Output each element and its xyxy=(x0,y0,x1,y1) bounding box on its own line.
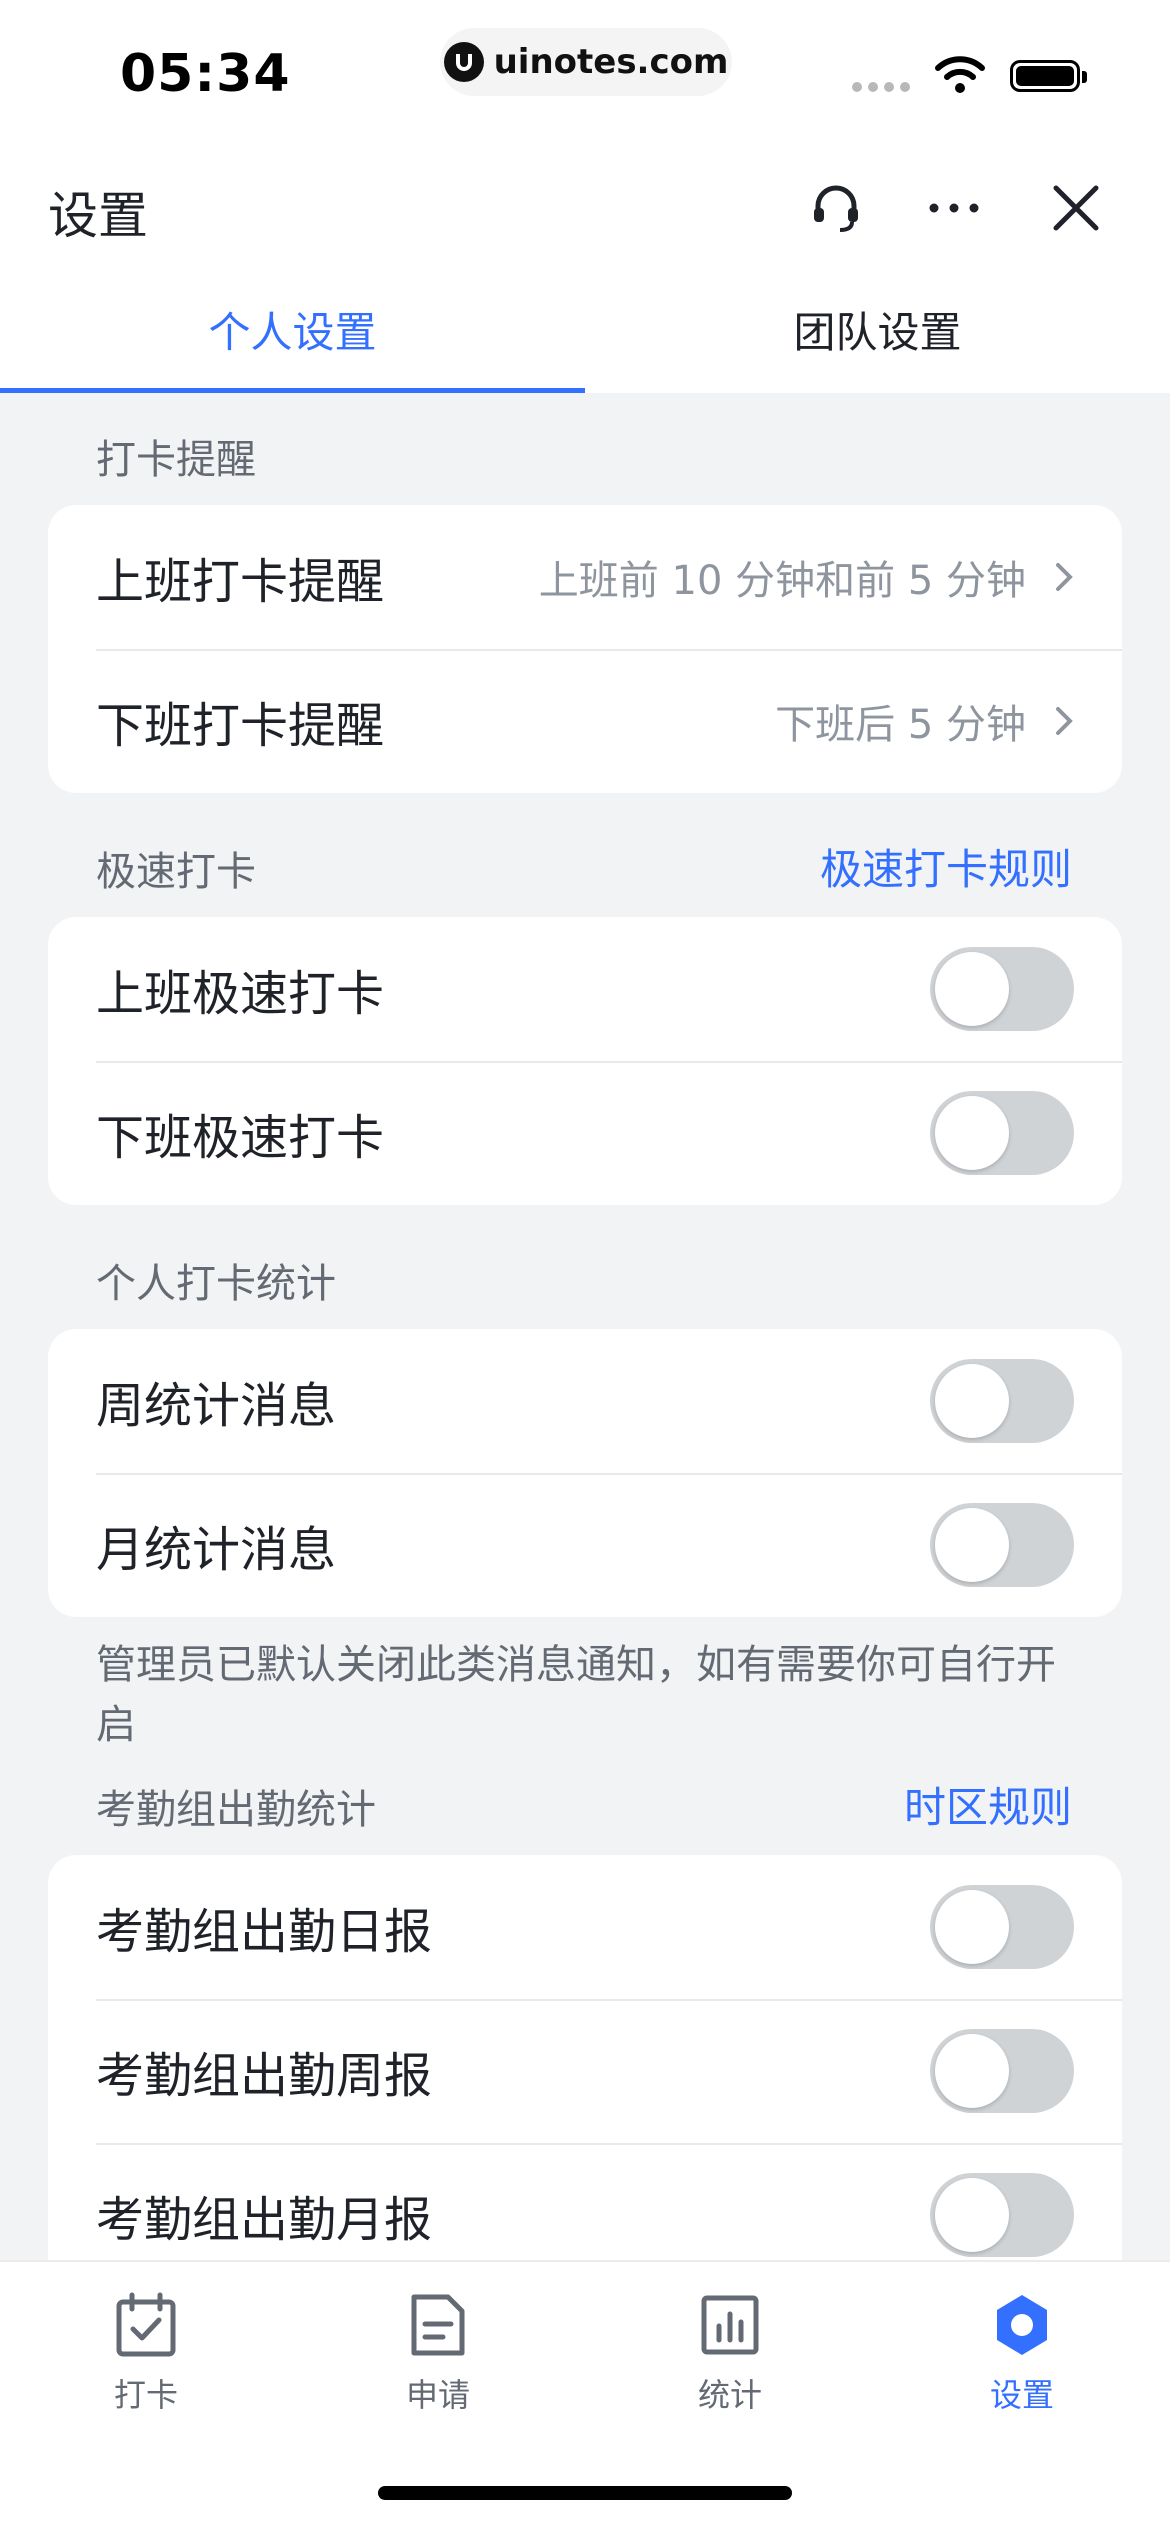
monthly-stats-row: 月统计消息 xyxy=(48,1473,1122,1617)
row-label: 上班打卡提醒 xyxy=(96,554,385,610)
clock-out-reminder-row[interactable]: 下班打卡提醒 下班后 5 分钟 xyxy=(48,649,1122,793)
quick-clock-in-row: 上班极速打卡 xyxy=(48,917,1122,1061)
tab-team-settings[interactable]: 团队设置 xyxy=(585,265,1170,393)
reminder-card: 上班打卡提醒 上班前 10 分钟和前 5 分钟 下班打卡提醒 下班后 5 分钟 xyxy=(48,505,1122,793)
status-time: 05:34 xyxy=(120,44,291,104)
row-label: 下班极速打卡 xyxy=(96,1110,385,1166)
nav-item-stats[interactable]: 统计 xyxy=(630,2292,830,2416)
quick-clock-out-row: 下班极速打卡 xyxy=(48,1061,1122,1205)
section-header: 考勤组出勤统计 时区规则 xyxy=(0,1755,1170,1855)
site-logo-icon xyxy=(443,42,484,82)
group-weekly-report-toggle[interactable] xyxy=(930,2029,1074,2113)
status-bar: 05:34 uinotes.com xyxy=(0,0,1170,150)
chevron-right-icon xyxy=(1056,563,1073,591)
row-value: 上班前 10 分钟和前 5 分钟 xyxy=(538,558,1026,604)
nav-item-settings[interactable]: 设置 xyxy=(922,2292,1122,2416)
nav-item-apply[interactable]: 申请 xyxy=(338,2292,538,2416)
nav-label: 申请 xyxy=(405,2376,470,2414)
group-monthly-report-row: 考勤组出勤月报 xyxy=(48,2143,1122,2260)
section-title: 打卡提醒 xyxy=(96,437,256,483)
home-indicator xyxy=(378,2486,792,2500)
row-label: 上班极速打卡 xyxy=(96,966,385,1022)
nav-label: 设置 xyxy=(989,2376,1054,2414)
section-header: 打卡提醒 xyxy=(0,393,1170,505)
quick-clock-in-toggle[interactable] xyxy=(930,947,1074,1031)
quick-clock-card: 上班极速打卡 下班极速打卡 xyxy=(48,917,1122,1205)
row-label: 下班打卡提醒 xyxy=(96,698,385,754)
row-value: 下班后 5 分钟 xyxy=(775,702,1026,748)
section-header: 极速打卡 极速打卡规则 xyxy=(0,793,1170,917)
section-header: 个人打卡统计 xyxy=(0,1205,1170,1329)
row-label: 周统计消息 xyxy=(96,1378,337,1434)
settings-tabs: 个人设置 团队设置 xyxy=(0,265,1170,393)
nav-label: 统计 xyxy=(697,2376,762,2414)
row-label: 考勤组出勤月报 xyxy=(96,2192,433,2248)
weekly-stats-row: 周统计消息 xyxy=(48,1329,1122,1473)
wifi-icon xyxy=(934,54,986,98)
group-daily-report-row: 考勤组出勤日报 xyxy=(48,1855,1122,1999)
nav-item-clock[interactable]: 打卡 xyxy=(46,2292,246,2416)
customer-service-icon[interactable] xyxy=(798,170,874,246)
section-title: 极速打卡 xyxy=(96,849,256,895)
nav-label: 打卡 xyxy=(113,2376,178,2414)
section-title: 考勤组出勤统计 xyxy=(96,1787,376,1833)
group-weekly-report-row: 考勤组出勤周报 xyxy=(48,1999,1122,2143)
url-pill[interactable]: uinotes.com xyxy=(440,28,732,96)
admin-notice-text: 管理员已默认关闭此类消息通知，如有需要你可自行开启 xyxy=(96,1642,1056,1748)
clock-in-reminder-row[interactable]: 上班打卡提醒 上班前 10 分钟和前 5 分钟 xyxy=(48,505,1122,649)
bar-chart-icon xyxy=(701,2295,759,2355)
app-header: 设置 xyxy=(0,150,1170,265)
document-icon xyxy=(411,2294,465,2356)
url-text: uinotes.com xyxy=(493,42,729,82)
group-monthly-report-toggle[interactable] xyxy=(930,2173,1074,2257)
row-label: 月统计消息 xyxy=(96,1522,337,1578)
quick-clock-out-toggle[interactable] xyxy=(930,1091,1074,1175)
personal-stats-card: 周统计消息 月统计消息 xyxy=(48,1329,1122,1617)
group-daily-report-toggle[interactable] xyxy=(930,1885,1074,1969)
row-label: 考勤组出勤周报 xyxy=(96,2048,433,2104)
more-icon[interactable] xyxy=(916,170,992,246)
section-title: 个人打卡统计 xyxy=(96,1261,336,1307)
close-icon[interactable] xyxy=(1038,170,1114,246)
tab-personal-settings[interactable]: 个人设置 xyxy=(0,265,585,393)
monthly-stats-toggle[interactable] xyxy=(930,1503,1074,1587)
group-stats-card: 考勤组出勤日报 考勤组出勤周报 考勤组出勤月报 xyxy=(48,1855,1122,2260)
chevron-right-icon xyxy=(1056,707,1073,735)
cellular-signal-icon xyxy=(852,82,910,92)
gear-icon xyxy=(997,2295,1047,2355)
settings-content[interactable]: 打卡提醒 上班打卡提醒 上班前 10 分钟和前 5 分钟 下班打卡提醒 下班后 … xyxy=(0,393,1170,2260)
quick-clock-rules-link[interactable]: 极速打卡规则 xyxy=(820,836,1072,897)
row-label: 考勤组出勤日报 xyxy=(96,1904,433,1960)
calendar-check-icon xyxy=(116,2292,176,2357)
page-title: 设置 xyxy=(48,187,148,245)
weekly-stats-toggle[interactable] xyxy=(930,1359,1074,1443)
battery-icon xyxy=(1010,60,1087,92)
timezone-rules-link[interactable]: 时区规则 xyxy=(904,1774,1072,1835)
